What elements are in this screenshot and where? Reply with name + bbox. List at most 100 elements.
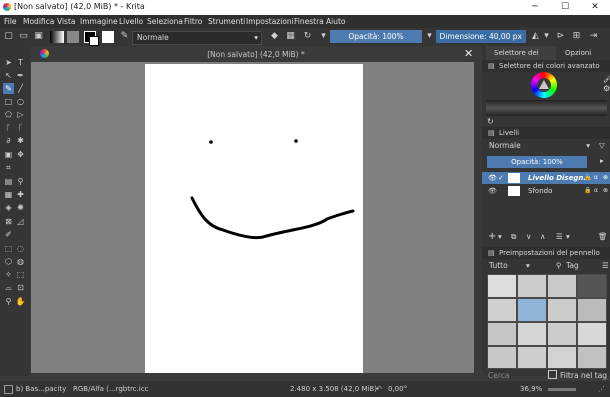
brush-editor-icon[interactable]: ✎ xyxy=(119,31,130,42)
color-wheel[interactable] xyxy=(531,72,557,98)
opacity-spinner-icon[interactable]: ▾ xyxy=(424,31,435,42)
menu-icon[interactable]: ☰ xyxy=(602,261,609,270)
move-up-icon[interactable]: ∧ xyxy=(540,232,546,241)
tag-icon[interactable]: ⚲ xyxy=(556,261,562,270)
lock-icon[interactable]: 🔒 xyxy=(584,185,591,197)
mirror-horizontal-icon[interactable]: ◭ xyxy=(530,31,541,42)
measure-tool-icon[interactable]: ◿ xyxy=(15,216,26,227)
multibrush-tool-icon[interactable]: ✱ xyxy=(15,135,26,146)
zoom-slider[interactable] xyxy=(548,388,576,391)
layers-opacity-slider[interactable]: Opacità: 100% xyxy=(487,156,587,168)
brush-preset-item[interactable] xyxy=(488,323,516,345)
menu-modifica[interactable]: Modifica xyxy=(23,17,54,26)
inherit-alpha-icon[interactable]: ⊗ xyxy=(603,172,608,184)
color-settings-icon[interactable]: 🖌 xyxy=(603,74,610,83)
gradient-tool-icon[interactable]: ▤ xyxy=(3,176,14,187)
polygonal-selection-icon[interactable]: ⬡ xyxy=(3,256,14,267)
alpha-lock-icon[interactable]: ▦ xyxy=(285,31,296,42)
brush-preset-item[interactable] xyxy=(578,275,606,297)
rotate-icon[interactable]: ↶ xyxy=(376,385,382,393)
magnetic-selection-icon[interactable]: ⊡ xyxy=(15,282,26,293)
menu-immagine[interactable]: Immagine xyxy=(80,17,118,26)
canvas-document[interactable] xyxy=(145,64,363,373)
menu-livello[interactable]: Livello xyxy=(119,17,143,26)
visibility-eye-icon[interactable]: 👁 xyxy=(488,172,497,184)
close-window-icon[interactable]: ✕ xyxy=(580,0,610,15)
minimize-icon[interactable]: ─ xyxy=(520,0,550,15)
open-icon[interactable]: ▭ xyxy=(18,31,29,42)
crop-tool-icon[interactable]: ⌗ xyxy=(3,162,14,173)
brush-search-input[interactable]: Cerca xyxy=(488,371,510,380)
brush-preset-item[interactable] xyxy=(578,299,606,321)
tab-tool-options[interactable]: Opzioni dell... xyxy=(563,46,610,71)
refresh-icon[interactable]: ↻ xyxy=(487,117,494,126)
brush-preset-item[interactable] xyxy=(488,299,516,321)
menu-seleziona[interactable]: Seleziona xyxy=(147,17,183,26)
brush-preset-item[interactable] xyxy=(518,275,546,297)
freehand-selection-icon[interactable]: ◍ xyxy=(15,256,26,267)
mirror-vertical-icon[interactable]: ⊳ xyxy=(555,31,566,42)
opacity-slider[interactable]: Opacità: 100% xyxy=(330,30,422,43)
line-tool-icon[interactable]: ╱ xyxy=(15,83,26,94)
filter-in-tag-checkbox[interactable] xyxy=(548,370,557,379)
ellipse-tool-icon[interactable]: ○ xyxy=(15,96,26,107)
freehand-path-tool-icon[interactable]: ᚴ xyxy=(15,122,26,133)
save-icon[interactable]: ▣ xyxy=(33,31,44,42)
menu-filtro[interactable]: Filtro xyxy=(184,17,202,26)
edit-shapes-tool-icon[interactable]: ↖ xyxy=(3,70,14,81)
brush-preset-item[interactable] xyxy=(548,323,576,345)
filter-icon[interactable]: ▽ xyxy=(599,141,605,150)
reference-images-tool-icon[interactable]: ✐ xyxy=(3,229,14,240)
fill-tool-icon[interactable]: ◈ xyxy=(3,202,14,213)
chevron-down-icon[interactable]: ▾ xyxy=(318,31,329,42)
similar-selection-icon[interactable]: ⬚ xyxy=(15,269,26,280)
menu-vista[interactable]: Vista xyxy=(57,17,76,26)
maximize-icon[interactable]: ☐ xyxy=(550,0,580,15)
layers-blend-select[interactable]: Normale ▾ xyxy=(486,140,594,152)
inherit-alpha-icon[interactable]: ⊗ xyxy=(603,185,608,197)
layer-row[interactable]: 👁 ✓ Livello Disegn... 🔒 α ⊗ xyxy=(482,172,610,184)
tab-color-selector[interactable]: Selettore dei col... xyxy=(486,46,556,71)
background-color-icon[interactable] xyxy=(89,36,99,46)
color-history-strip[interactable] xyxy=(486,100,607,116)
freehand-brush-tool-icon[interactable]: ✎ xyxy=(3,83,14,94)
polyline-tool-icon[interactable]: ▷ xyxy=(15,109,26,120)
close-document-icon[interactable]: ✕ xyxy=(464,47,473,60)
rectangle-tool-icon[interactable]: □ xyxy=(3,96,14,107)
brush-preset-item[interactable] xyxy=(578,347,606,368)
gradient-swatch-icon[interactable] xyxy=(50,31,64,43)
add-layer-icon[interactable]: + xyxy=(488,231,496,242)
brush-preset-item[interactable] xyxy=(548,299,576,321)
brush-preset-item[interactable] xyxy=(548,347,576,368)
visibility-eye-icon[interactable]: 👁 xyxy=(488,185,497,197)
move-down-icon[interactable]: ∨ xyxy=(526,232,532,241)
color-picker-tool-icon[interactable]: ⚲ xyxy=(15,176,26,187)
reload-preset-icon[interactable]: ↻ xyxy=(302,31,313,42)
menu-aiuto[interactable]: Aiuto xyxy=(326,17,346,26)
polygon-tool-icon[interactable]: ⬠ xyxy=(3,109,14,120)
move-tool-icon[interactable]: ✥ xyxy=(15,149,26,160)
horizontal-scrollbar[interactable] xyxy=(31,373,474,379)
brush-preset-item[interactable] xyxy=(488,275,516,297)
enclose-fill-tool-icon[interactable]: ✺ xyxy=(15,202,26,213)
transform-tool-icon[interactable]: ▣ xyxy=(3,149,14,160)
brush-preset-icon[interactable] xyxy=(102,31,114,43)
elliptical-selection-icon[interactable]: ◌ xyxy=(15,243,26,254)
colorize-mask-tool-icon[interactable]: ▦ xyxy=(3,189,14,200)
brush-preset-item[interactable] xyxy=(548,275,576,297)
menu-strumenti[interactable]: Strumenti xyxy=(208,17,245,26)
tag-label[interactable]: Tag xyxy=(566,261,579,270)
lock-icon[interactable]: 🔒 xyxy=(584,172,591,184)
calligraphy-tool-icon[interactable]: ✒ xyxy=(15,70,26,81)
select-shape-tool-icon[interactable]: ➤ xyxy=(3,57,14,68)
color-options-icon[interactable]: ⚙ xyxy=(603,84,610,93)
status-zoom[interactable]: 36,9% xyxy=(520,385,542,393)
chevron-down-icon[interactable]: ▾ xyxy=(566,232,570,241)
new-document-icon[interactable]: ▢ xyxy=(3,31,14,42)
brush-preset-item[interactable] xyxy=(488,347,516,368)
chevron-down-icon[interactable]: ▾ xyxy=(498,232,502,241)
menu-impostazioni[interactable]: Impostazioni xyxy=(246,17,294,26)
alpha-icon[interactable]: α xyxy=(594,172,598,184)
bezier-tool-icon[interactable]: ᚴ xyxy=(3,122,14,133)
eraser-icon[interactable]: ◆ xyxy=(269,31,280,42)
